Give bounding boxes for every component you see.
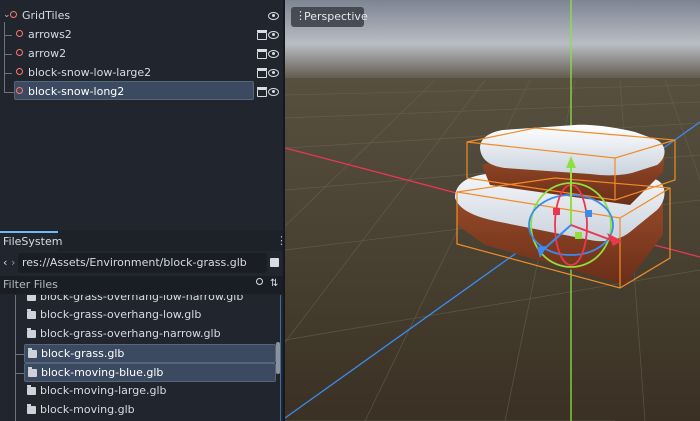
tree-item-root[interactable]: ⌄ GridTiles bbox=[0, 6, 283, 25]
node3d-icon bbox=[16, 87, 23, 94]
node3d-icon bbox=[16, 49, 23, 56]
tree-item-block-snow-low-large2[interactable]: block-snow-low-large2 bbox=[0, 63, 283, 82]
back-arrow-icon[interactable]: ‹ bbox=[3, 256, 7, 269]
file-icon bbox=[27, 328, 36, 338]
file-label: block-grass-overhang-narrow.glb bbox=[40, 327, 221, 340]
path-text: res://Assets/Environment/block-grass.glb bbox=[22, 256, 247, 269]
tab-label: FileSystem bbox=[3, 235, 63, 248]
perspective-label: Perspective bbox=[304, 10, 368, 23]
tree-item-label: arrows2 bbox=[28, 28, 72, 41]
perspective-menu-button[interactable]: ⋮ Perspective bbox=[291, 7, 368, 27]
sort-icon[interactable]: ⇅ bbox=[270, 278, 278, 289]
file-icon bbox=[27, 295, 36, 301]
file-label: block-moving-blue.glb bbox=[41, 366, 164, 379]
list-item[interactable]: block-moving.glb bbox=[24, 401, 276, 420]
mesh-instance-icon[interactable] bbox=[257, 87, 267, 97]
forward-arrow-icon[interactable]: › bbox=[11, 256, 15, 269]
file-label: block-grass.glb bbox=[41, 347, 125, 360]
file-label: block-grass-overhang-low-narrow.glb bbox=[40, 295, 244, 303]
file-icon bbox=[28, 367, 37, 377]
file-icon bbox=[27, 385, 36, 395]
tree-guide-line bbox=[15, 295, 16, 421]
visibility-eye-icon[interactable] bbox=[268, 88, 279, 96]
file-label: block-moving-large.glb bbox=[40, 384, 167, 397]
tree-item-arrow2[interactable]: arrow2 bbox=[0, 44, 283, 63]
tree-item-label: block-snow-low-large2 bbox=[28, 66, 152, 79]
split-view-toggle-icon[interactable] bbox=[270, 258, 279, 267]
file-icon bbox=[27, 309, 36, 319]
tree-item-label: block-snow-long2 bbox=[28, 85, 125, 98]
file-list-border bbox=[280, 295, 281, 421]
visibility-eye-icon[interactable] bbox=[268, 31, 279, 39]
file-icon bbox=[28, 348, 37, 358]
mesh-instance-icon[interactable] bbox=[257, 68, 267, 78]
3d-viewport[interactable] bbox=[285, 0, 700, 421]
tree-item-block-snow-long2[interactable]: block-snow-long2 bbox=[0, 82, 283, 101]
list-item[interactable]: block-grass-overhang-low.glb bbox=[24, 306, 276, 325]
filter-files-input[interactable]: Filter Files bbox=[0, 276, 283, 294]
mesh-instance-icon[interactable] bbox=[257, 30, 267, 40]
file-label: block-grass-overhang-low.glb bbox=[40, 308, 202, 321]
tree-item-label: GridTiles bbox=[22, 9, 71, 22]
tree-item-label: arrow2 bbox=[28, 47, 67, 60]
node3d-icon bbox=[16, 68, 23, 75]
filter-placeholder: Filter Files bbox=[3, 278, 58, 291]
list-item[interactable]: block-moving-blue.glb bbox=[24, 363, 276, 382]
search-icon bbox=[256, 278, 263, 285]
tree-item-arrows2[interactable]: arrows2 bbox=[0, 25, 283, 44]
visibility-eye-icon[interactable] bbox=[268, 69, 279, 77]
tab-filesystem[interactable]: FileSystem bbox=[0, 231, 62, 251]
visibility-eye-icon[interactable] bbox=[268, 12, 279, 20]
list-item[interactable]: block-grass-overhang-narrow.glb bbox=[24, 325, 276, 344]
file-icon bbox=[27, 404, 36, 414]
file-label: block-moving.glb bbox=[40, 403, 135, 416]
node3d-icon bbox=[10, 11, 17, 18]
file-list: block-grass-overhang-low-narrow.glb bloc… bbox=[0, 295, 283, 421]
list-item[interactable]: block-moving-large.glb bbox=[24, 382, 276, 401]
list-item[interactable]: block-grass.glb bbox=[24, 344, 276, 363]
path-field[interactable]: res://Assets/Environment/block-grass.glb bbox=[18, 253, 267, 273]
visibility-eye-icon[interactable] bbox=[268, 50, 279, 58]
viewport-scene bbox=[285, 0, 700, 421]
file-list-scrollbar[interactable] bbox=[276, 342, 280, 374]
node3d-icon bbox=[16, 30, 23, 37]
mesh-instance-icon[interactable] bbox=[257, 49, 267, 59]
